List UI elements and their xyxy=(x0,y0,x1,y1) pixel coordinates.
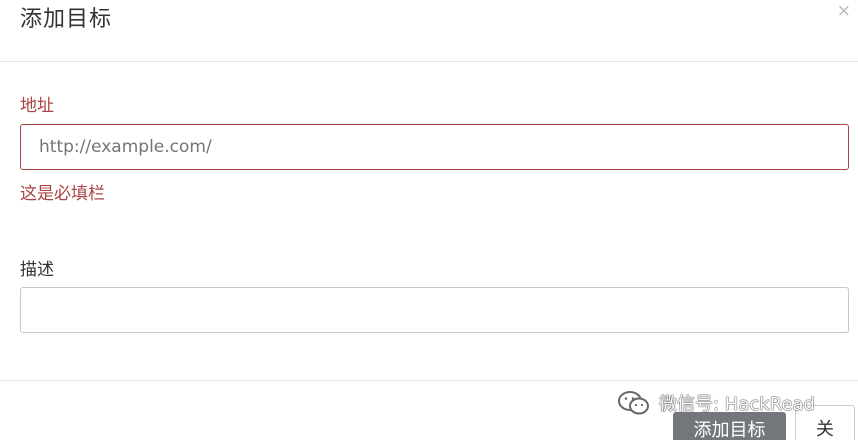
address-label: 地址 xyxy=(20,96,54,116)
watermark: 微信号: HackRead xyxy=(617,388,815,418)
watermark-text: 微信号: HackRead xyxy=(659,394,815,415)
description-label: 描述 xyxy=(20,260,54,280)
add-target-dialog: 添加目标 × 地址 这是必填栏 描述 添加目标 关 微信号: HackRead xyxy=(0,0,858,440)
close-icon[interactable]: × xyxy=(837,1,851,21)
description-input[interactable] xyxy=(20,287,849,333)
address-input[interactable] xyxy=(20,124,849,170)
address-error-message: 这是必填栏 xyxy=(20,184,105,204)
dialog-title: 添加目标 xyxy=(20,7,113,32)
dialog-header: 添加目标 × xyxy=(0,0,858,62)
footer-divider xyxy=(0,380,858,381)
wechat-icon xyxy=(618,391,649,415)
